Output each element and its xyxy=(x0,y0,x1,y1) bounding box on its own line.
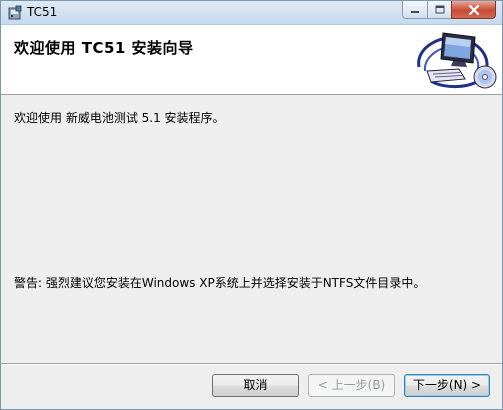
maximize-icon xyxy=(435,5,444,14)
close-button[interactable] xyxy=(451,1,496,19)
back-button[interactable]: < 上一步(B) xyxy=(308,374,395,397)
minimize-button[interactable] xyxy=(402,1,428,19)
next-button[interactable]: 下一步(N) > xyxy=(404,374,490,397)
wizard-banner: 欢迎使用 TC51 安装向导 xyxy=(1,25,502,95)
installer-icon xyxy=(8,5,22,20)
maximize-button[interactable] xyxy=(427,1,452,19)
welcome-message: 欢迎使用 新威电池测试 5.1 安装程序。 xyxy=(14,111,225,125)
minimize-icon xyxy=(411,10,419,13)
computer-setup-icon xyxy=(417,32,497,89)
cancel-button[interactable]: 取消 xyxy=(212,374,299,397)
footer-separator xyxy=(1,363,502,365)
warning-message: 警告: 强烈建议您安装在Windows XP系统上并选择安装于NTFS文件目录中… xyxy=(14,276,426,290)
close-icon xyxy=(468,4,479,15)
banner-title: 欢迎使用 TC51 安装向导 xyxy=(14,39,194,57)
title-bar[interactable]: TC51 xyxy=(1,1,502,25)
installer-window: TC51 欢迎使用 TC51 安装向导 欢迎使用 新威电池测试 5.1 安装程序… xyxy=(0,0,503,410)
window-title: TC51 xyxy=(27,5,58,19)
